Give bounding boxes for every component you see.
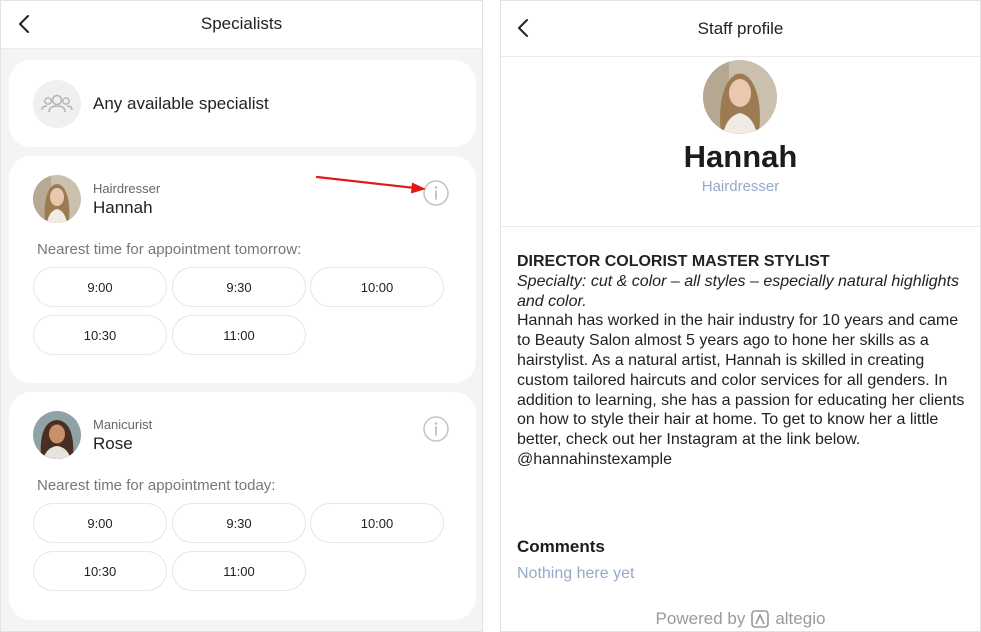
avatar [33,411,81,459]
time-slot[interactable]: 9:30 [172,267,306,307]
time-slot[interactable]: 10:30 [33,551,167,591]
time-slot[interactable]: 11:00 [172,551,306,591]
any-specialist-avatar [33,80,81,128]
specialists-header: Specialists [1,1,482,49]
profile-photo [703,60,777,134]
hannah-photo [33,175,81,223]
bio-body: Hannah has worked in the hair industry f… [517,312,965,449]
powered-by-footer[interactable]: Powered by altegio [501,609,980,629]
group-icon [41,94,73,113]
specialists-panel: Specialists Any available specialist Hai… [0,0,483,632]
nearest-time-label: Nearest time for appointment today: [37,477,276,494]
any-specialist-label: Any available specialist [93,94,269,113]
page-title: Specialists [200,14,283,33]
nearest-time-label: Nearest time for appointment tomorrow: [37,241,302,258]
time-slot[interactable]: 9:00 [33,267,167,307]
specialist-role: Hairdresser [93,181,161,196]
rose-photo [33,411,81,459]
bio-heading: DIRECTOR COLORIST MASTER STYLIST [517,253,830,270]
avatar [33,175,81,223]
profile-name: Hannah [683,139,798,174]
powered-by-label: Powered by [655,609,746,628]
bio-handle: @hannahinstexample [517,450,673,468]
hannah-photo [703,60,777,134]
specialist-role: Manicurist [93,417,153,432]
specialist-card-rose[interactable]: Manicurist Rose Nearest time for appoint… [9,392,476,620]
comments-empty-text: Nothing here yet [517,565,635,582]
time-slot[interactable]: 9:00 [33,503,167,543]
specialist-name: Rose [93,434,133,453]
brand-name: altegio [775,609,826,628]
any-specialist-card[interactable]: Any available specialist [9,60,476,147]
time-slot[interactable]: 9:30 [172,503,306,543]
annotation-arrow-icon [315,175,426,194]
specialist-name: Hannah [93,198,153,217]
profile-bio: DIRECTOR COLORIST MASTER STYLIST Special… [517,252,965,470]
info-icon[interactable] [422,415,450,443]
staff-profile-panel: Staff profile Hannah Hairdresser DIRECTO… [500,0,981,632]
time-slot[interactable]: 10:00 [310,267,444,307]
time-slot[interactable]: 11:00 [172,315,306,355]
staff-profile-header: Staff profile [501,1,980,57]
comments-title: Comments [517,537,605,556]
time-slot[interactable]: 10:30 [33,315,167,355]
profile-role: Hairdresser [701,178,780,195]
bio-specialty: Specialty: cut & color – all styles – es… [517,272,959,310]
altegio-logo-icon [751,610,770,628]
divider [501,226,980,227]
page-title: Staff profile [697,19,784,38]
screen: Specialists Any available specialist Hai… [0,0,981,632]
time-slot[interactable]: 10:00 [310,503,444,543]
